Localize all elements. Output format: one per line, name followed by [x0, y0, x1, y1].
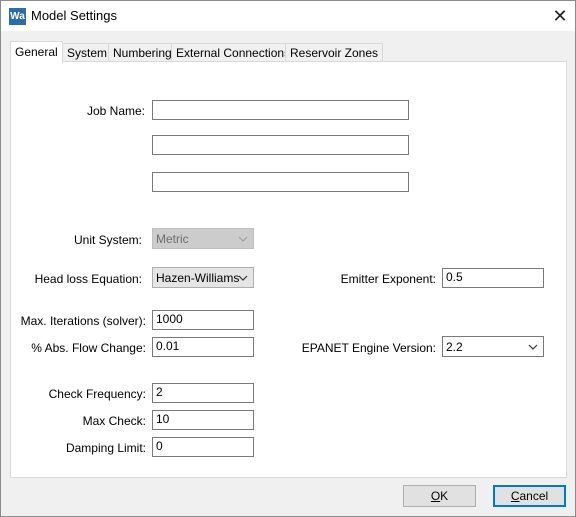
headloss-select[interactable]: Hazen-Williams: [152, 267, 254, 288]
unit-system-select: Metric: [152, 228, 254, 249]
check-frequency-label: Check Frequency:: [48, 387, 146, 401]
headloss-label: Head loss Equation:: [34, 272, 142, 286]
tab-general[interactable]: General: [10, 41, 63, 63]
headloss-value: Hazen-Williams: [156, 271, 240, 285]
chevron-down-icon: [238, 275, 248, 281]
job-name-label: Job Name:: [86, 104, 145, 118]
epanet-version-select[interactable]: 2.2: [442, 336, 544, 357]
tab-numbering[interactable]: Numbering: [108, 43, 177, 62]
close-icon[interactable]: ✕: [545, 1, 575, 31]
damping-limit-label: Damping Limit:: [65, 441, 146, 455]
max-iterations-label: Max. Iterations (solver):: [20, 314, 146, 328]
unit-system-value: Metric: [156, 232, 189, 246]
check-frequency-input[interactable]: 2: [152, 383, 254, 403]
emitter-exponent-input[interactable]: 0.5: [442, 268, 544, 288]
window-title: Model Settings: [31, 8, 117, 23]
job-name-input-1[interactable]: [152, 100, 409, 120]
tab-reservoir-zones[interactable]: Reservoir Zones: [285, 43, 384, 62]
title-bar: Wa Model Settings ✕: [1, 1, 575, 31]
chevron-down-icon: [528, 344, 538, 350]
epanet-version-value: 2.2: [446, 340, 463, 354]
cancel-button-label-rest: ancel: [519, 489, 549, 503]
cancel-button[interactable]: Cancel: [493, 485, 566, 507]
job-name-input-3[interactable]: [152, 172, 409, 192]
max-iterations-input[interactable]: 1000: [152, 310, 254, 330]
damping-limit-input[interactable]: 0: [152, 437, 254, 457]
max-check-input[interactable]: 10: [152, 410, 254, 430]
ok-button-mnemonic: O: [430, 489, 441, 503]
flow-change-label: % Abs. Flow Change:: [31, 341, 146, 355]
epanet-version-label: EPANET Engine Version:: [301, 341, 436, 355]
model-settings-dialog: Wa Model Settings ✕ General System Numbe…: [0, 0, 576, 517]
ok-button[interactable]: OK: [403, 485, 476, 507]
unit-system-label: Unit System:: [73, 233, 142, 247]
ok-button-label-rest: K: [440, 489, 449, 503]
job-name-input-2[interactable]: [152, 135, 409, 155]
max-check-label: Max Check:: [82, 414, 146, 428]
flow-change-input[interactable]: 0.01: [152, 337, 254, 357]
emitter-exponent-label: Emitter Exponent:: [340, 272, 436, 286]
tab-external-connections[interactable]: External Connections: [171, 43, 296, 62]
tab-system[interactable]: System: [62, 43, 113, 62]
chevron-down-icon: [238, 236, 248, 242]
app-icon: Wa: [9, 8, 26, 25]
